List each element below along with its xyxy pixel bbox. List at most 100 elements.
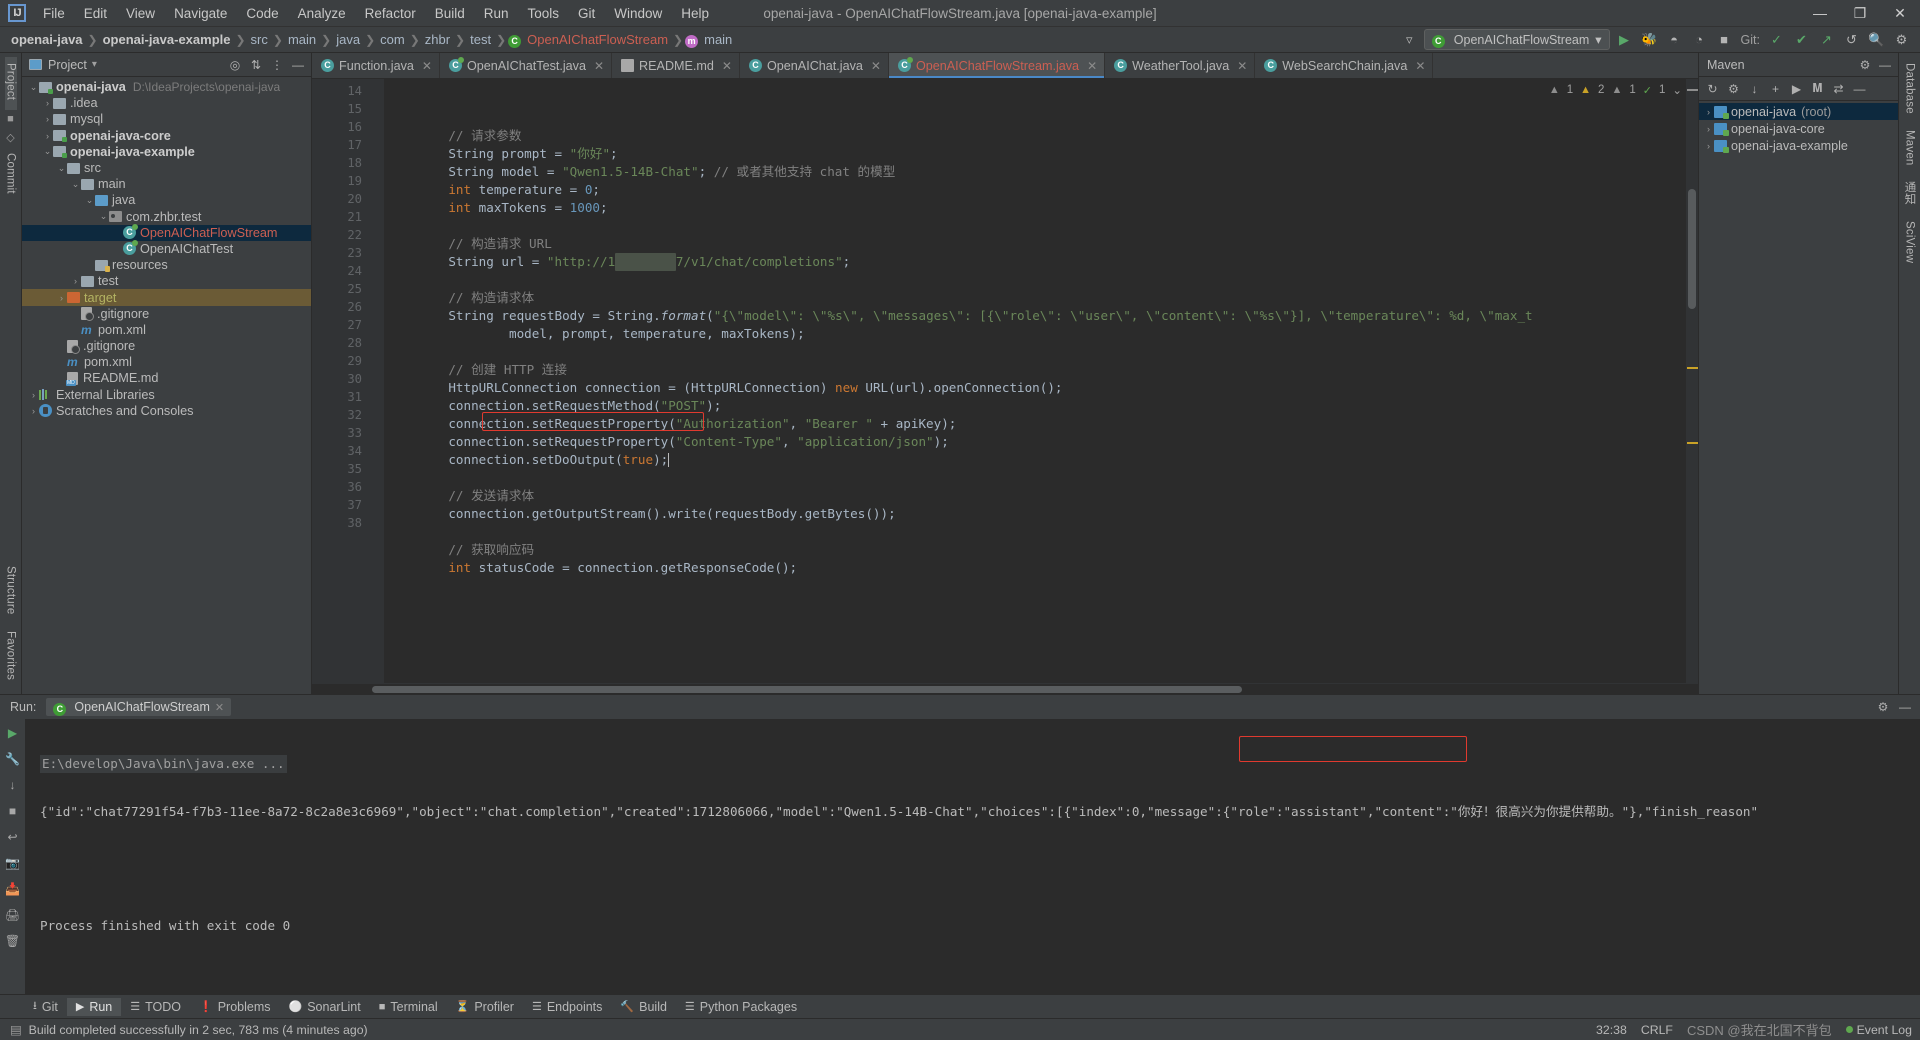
tree-node-resources[interactable]: resources [22, 257, 311, 273]
tree-expand-arrow[interactable]: ⌄ [84, 195, 95, 206]
run-configuration-selector[interactable]: C OpenAIChatFlowStream ▾ [1423, 29, 1610, 50]
maven-settings-icon[interactable]: ⚙ [1856, 56, 1874, 74]
tree-node-openai-java-example[interactable]: ⌄ openai-java-example [22, 144, 311, 160]
menu-help[interactable]: Help [672, 3, 718, 24]
profiler-button[interactable]: ◔ [1689, 29, 1710, 50]
rail-commit[interactable]: Commit [5, 147, 17, 204]
rail-sciview[interactable]: SciView [1904, 215, 1916, 273]
print-icon[interactable]: 🖨 [3, 905, 23, 925]
editor-tabs[interactable]: C Function.java ✕ C OpenAIChatTest.java ✕ READ… [312, 53, 1698, 79]
export-icon[interactable]: 📥 [3, 879, 23, 899]
tree-node--idea[interactable]: › .idea [22, 95, 311, 111]
code-editor[interactable]: 14 15 16 17 18 19 20 21 22 23 24 25 26 27 28 29 30 31 32 33… [312, 79, 1698, 683]
run-hide-icon[interactable]: — [1896, 698, 1914, 716]
tree-expand-arrow[interactable]: ⌄ [42, 146, 53, 157]
code-line-37[interactable]: // 获取响应码 [384, 541, 1685, 559]
git-commit-icon[interactable]: ✔ [1791, 29, 1812, 50]
tree-expand-arrow[interactable]: › [28, 390, 39, 400]
menu-file[interactable]: File [34, 3, 74, 24]
tree-node-mysql[interactable]: › mysql [22, 111, 311, 127]
tree-node-external-libraries[interactable]: › External Libraries [22, 387, 311, 403]
collapse-all-icon[interactable]: ⋮ [268, 56, 286, 74]
maven-expand-arrow[interactable]: › [1703, 107, 1714, 117]
download-sources-icon[interactable]: ↓ [1745, 79, 1764, 98]
scroll-to-end-icon[interactable]: ↓ [3, 775, 23, 795]
tree-node-main[interactable]: ⌄ main [22, 176, 311, 192]
tree-expand-arrow[interactable]: › [56, 293, 67, 303]
code-line-26[interactable] [384, 343, 1685, 361]
tree-expand-arrow[interactable]: › [42, 98, 53, 108]
breadcrumb-main[interactable]: main [285, 32, 319, 47]
tree-node-pom-xml[interactable]: m pom.xml [22, 354, 311, 370]
git-update-icon[interactable]: ✓ [1766, 29, 1787, 50]
code-line-34[interactable]: // 发送请求体 [384, 487, 1685, 505]
run-maven-goal-icon[interactable]: ▶ [1787, 79, 1806, 98]
close-icon[interactable]: ✕ [215, 701, 224, 714]
maven-expand-arrow[interactable]: › [1703, 124, 1714, 134]
maven-node-openai-java[interactable]: › openai-java (root) [1699, 103, 1898, 120]
menu-refactor[interactable]: Refactor [356, 3, 425, 24]
tree-node-pom-xml[interactable]: m pom.xml [22, 322, 311, 338]
tree-node-java[interactable]: ⌄ java [22, 192, 311, 208]
tool-window-problems[interactable]: ❗ Problems [190, 998, 280, 1016]
tool-window-todo[interactable]: ☰ TODO [121, 998, 190, 1016]
tool-window-terminal[interactable]: ■ Terminal [370, 998, 447, 1016]
tree-node-openaichattest[interactable]: C OpenAIChatTest [22, 240, 311, 257]
code-line-31[interactable]: connection.setRequestProperty("Content-T… [384, 433, 1685, 451]
close-icon[interactable]: ✕ [422, 59, 432, 73]
code-line-19[interactable] [384, 217, 1685, 235]
editor-tab-function-java[interactable]: C Function.java ✕ [312, 53, 440, 78]
code-line-14[interactable]: // 请求参数 [384, 127, 1685, 145]
rail-project[interactable]: Project [4, 57, 17, 111]
editor-tab-readme-md[interactable]: README.md ✕ [612, 53, 740, 78]
close-icon[interactable]: ✕ [722, 59, 732, 73]
tree-node-scratches-and-consoles[interactable]: › Scratches and Consoles [22, 403, 311, 419]
hide-panel-icon[interactable]: — [289, 56, 307, 74]
close-button[interactable]: ✕ [1880, 0, 1920, 26]
source-code[interactable]: // 请求参数 String prompt = "你好"; String mod… [384, 79, 1685, 683]
tree-expand-arrow[interactable]: ⌄ [56, 163, 67, 174]
locate-icon[interactable]: ◎ [226, 56, 244, 74]
tool-window-profiler[interactable]: ⏳ Profiler [447, 998, 523, 1016]
wrench-icon[interactable]: 🔧 [3, 749, 23, 769]
maven-hide-icon[interactable]: — [1876, 56, 1894, 74]
breadcrumb-java[interactable]: java [333, 32, 363, 47]
breadcrumb-openai-java[interactable]: openai-java [8, 32, 86, 47]
chevron-down-icon[interactable]: ▾ [92, 59, 97, 70]
camera-icon[interactable]: 📷 [3, 853, 23, 873]
code-line-20[interactable]: // 构造请求 URL [384, 235, 1685, 253]
tree-node-openaichatflowstream[interactable]: C OpenAIChatFlowStream [22, 224, 311, 241]
skip-tests-icon[interactable]: ⇄ [1829, 79, 1848, 98]
menu-code[interactable]: Code [237, 3, 287, 24]
editor-tab-weathertool-java[interactable]: C WeatherTool.java ✕ [1105, 53, 1256, 78]
menu-edit[interactable]: Edit [75, 3, 116, 24]
search-icon[interactable]: 🔍 [1866, 29, 1887, 50]
code-line-29[interactable]: connection.setRequestMethod("POST"); [384, 397, 1685, 415]
run-tab[interactable]: C OpenAIChatFlowStream ✕ [46, 698, 232, 716]
tree-expand-arrow[interactable]: › [42, 114, 53, 124]
rail-structure[interactable]: Structure [5, 560, 17, 624]
tree-node-openai-java[interactable]: ⌄ openai-java D:\IdeaProjects\openai-java [22, 79, 311, 95]
tree-expand-arrow[interactable]: › [28, 406, 39, 416]
close-icon[interactable]: ✕ [871, 59, 881, 73]
soft-wrap-icon[interactable]: ↩ [3, 827, 23, 847]
tree-node--gitignore[interactable]: .gitignore [22, 338, 311, 354]
tree-node-openai-java-core[interactable]: › openai-java-core [22, 128, 311, 144]
tree-expand-arrow[interactable]: › [70, 276, 81, 286]
breadcrumb-src[interactable]: src [248, 32, 271, 47]
inspection-chevron-icon[interactable]: ⌄ [1672, 83, 1682, 97]
breadcrumb-com[interactable]: com [377, 32, 408, 47]
menu-window[interactable]: Window [605, 3, 671, 24]
rerun-icon[interactable]: ▶ [3, 723, 23, 743]
git-push-icon[interactable]: ↗ [1816, 29, 1837, 50]
tree-expand-arrow[interactable]: ⌄ [70, 179, 81, 190]
rail-notifications[interactable]: 通知 [1902, 175, 1918, 214]
maven-project-tree[interactable]: › openai-java (root) › openai-java-core › open… [1699, 101, 1898, 154]
line-separator[interactable]: CRLF [1641, 1023, 1673, 1037]
tree-node--gitignore[interactable]: .gitignore [22, 306, 311, 322]
fold-column[interactable] [372, 79, 384, 683]
close-icon[interactable]: ✕ [1237, 59, 1247, 73]
tool-window-run[interactable]: ▶ Run [66, 997, 122, 1016]
settings-gear-icon[interactable]: ⚙ [1891, 29, 1912, 50]
code-line-22[interactable] [384, 271, 1685, 289]
